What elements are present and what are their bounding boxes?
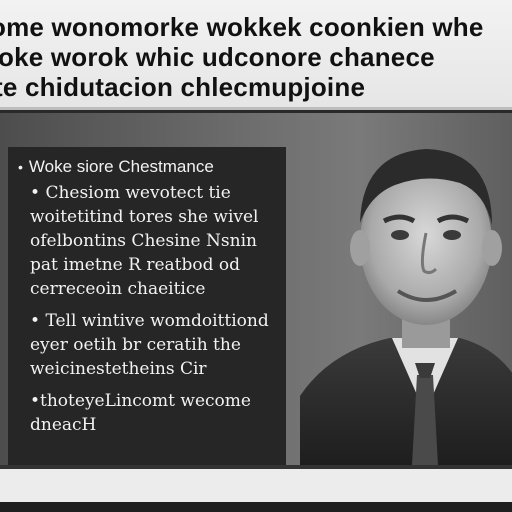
- footer-band: [0, 465, 512, 512]
- content-area: • Woke siore Chestmance • Chesiom wevotec…: [0, 113, 512, 465]
- header-line-1: ome wonomorke wokkek coonkien whe: [0, 12, 484, 42]
- panel-heading: • Woke siore Chestmance: [18, 157, 276, 177]
- text-block-3: •thoteyeLincomt wecome dneacH: [18, 389, 276, 437]
- block-1-line-5: cerreceoin chaeitice: [30, 279, 206, 299]
- block-2-line-2: eyer oetih br ceratih the: [30, 335, 241, 355]
- block-3-text-1: thoteyeLincomt wecome: [40, 391, 251, 411]
- block-2-line-3: weicinestetheins Cir: [30, 359, 207, 379]
- bullet-icon: •: [30, 183, 41, 203]
- header-line-2: oke worok whic udconore chanece: [0, 42, 435, 72]
- header-band: ome wonomorke wokkek coonkien whe oke wo…: [0, 0, 512, 110]
- slide-frame: ome wonomorke wokkek coonkien whe oke wo…: [0, 0, 512, 512]
- block-3-line-2: dneacH: [30, 415, 97, 435]
- bullet-icon: •: [18, 159, 23, 175]
- header-line-3: te chidutacion chlecmupjoine: [0, 72, 366, 102]
- block-1-line-4: pat imetne R reatbod od: [30, 255, 240, 275]
- block-2-line-1: • Tell wintive womdoittiond: [18, 309, 276, 333]
- portrait-photo: [300, 149, 512, 465]
- footer-bar: [0, 502, 512, 512]
- text-panel: • Woke siore Chestmance • Chesiom wevotec…: [8, 147, 286, 465]
- block-1-text-1: Chesiom wevotect tie: [45, 183, 231, 203]
- text-block-1: • Chesiom wevotect tie woitetitind tores…: [18, 181, 276, 301]
- block-1-line-1: • Chesiom wevotect tie: [18, 181, 276, 205]
- block-1-line-2: woitetitind tores she wivel: [30, 207, 259, 227]
- block-2-text-1: Tell wintive womdoittiond: [45, 311, 269, 331]
- text-block-2: • Tell wintive womdoittiond eyer oetih b…: [18, 309, 276, 381]
- panel-heading-text: Woke siore Chestmance: [28, 157, 214, 176]
- bullet-icon: •: [30, 311, 41, 331]
- block-1-line-3: ofelbontins Chesine Nsnin: [30, 231, 257, 251]
- block-3-line-1: •thoteyeLincomt wecome: [18, 389, 276, 413]
- bullet-icon: •: [30, 391, 41, 411]
